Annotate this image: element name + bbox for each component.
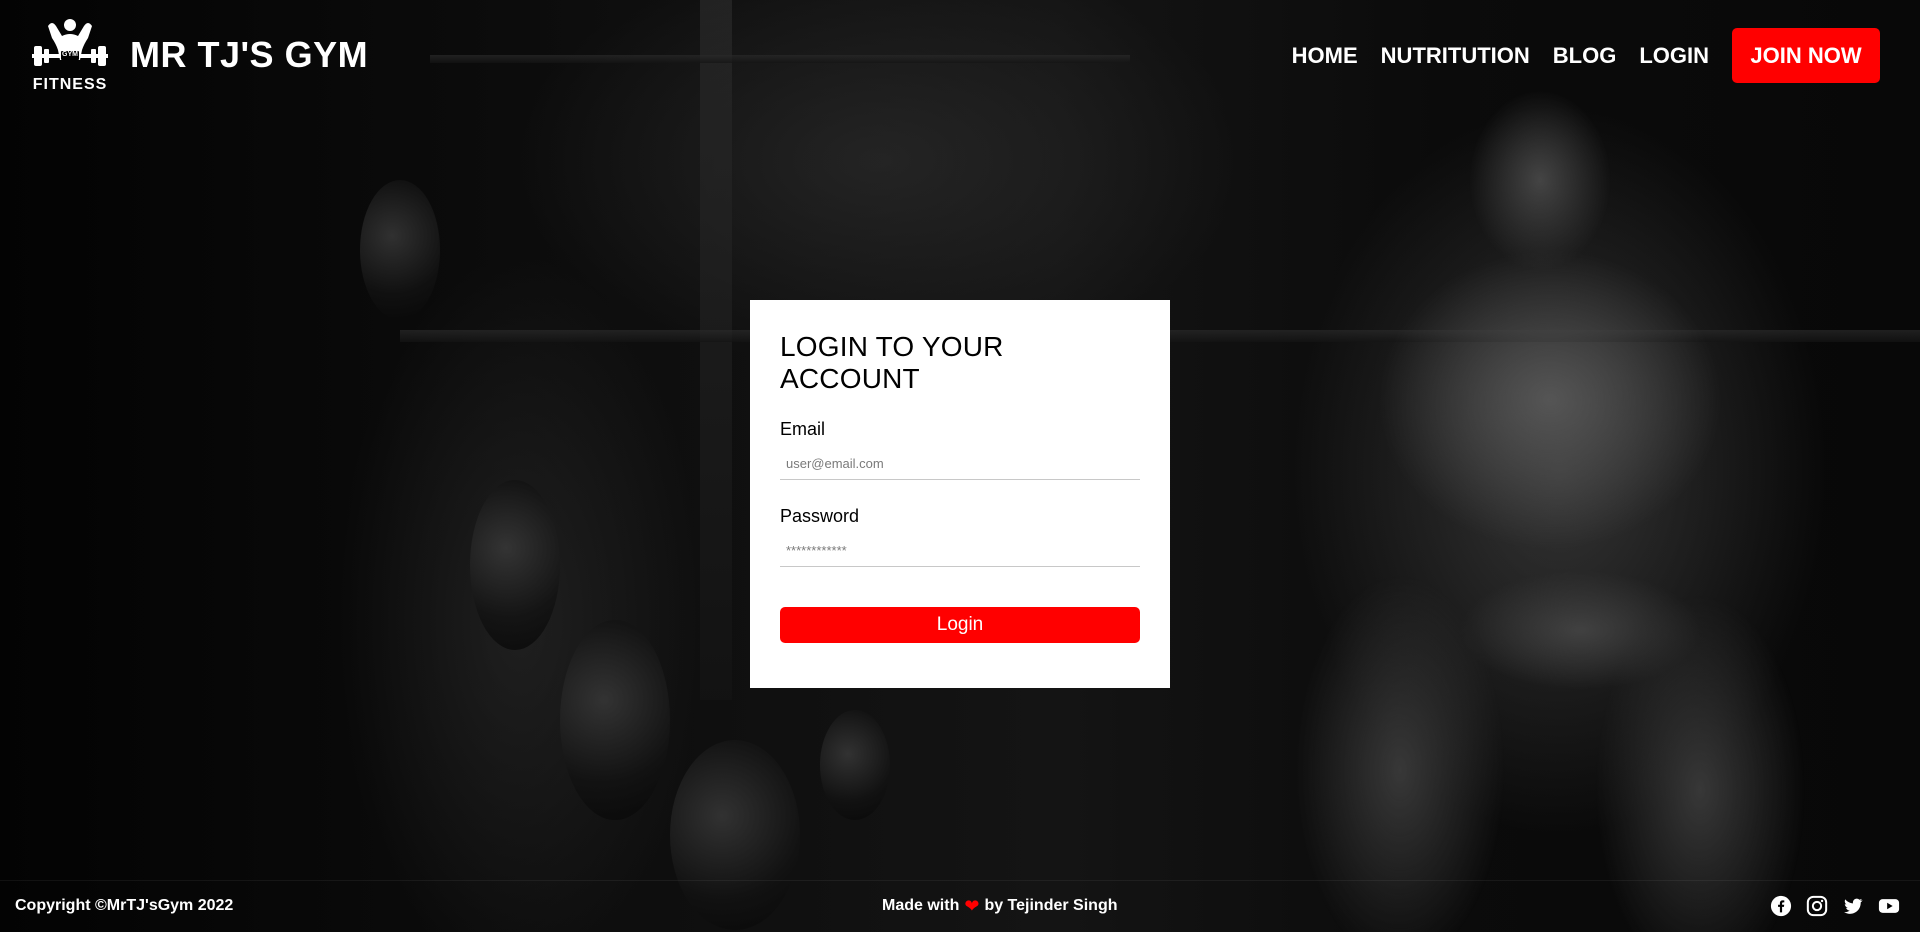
login-submit-button[interactable]: Login [780, 607, 1140, 643]
email-label: Email [780, 419, 826, 439]
youtube-icon[interactable] [1878, 895, 1900, 917]
social-links [1770, 895, 1900, 917]
background-weight-plate [360, 180, 440, 320]
nav-nutrition-link[interactable]: NUTRITUTION [1381, 43, 1530, 69]
site-header: GYM FITNESS MR TJ'S GYM HOME NUTRITUTION… [0, 0, 1920, 112]
heart-icon: ❤ [964, 896, 980, 916]
page-background: GYM FITNESS MR TJ'S GYM HOME NUTRITUTION… [0, 0, 1920, 932]
made-with-credit: Made with ❤ by Tejinder Singh [882, 897, 1117, 915]
logo-text: FITNESS [32, 76, 108, 93]
copyright-text: Copyright ©MrTJ'sGym 2022 [15, 897, 234, 914]
nav-home-link[interactable]: HOME [1292, 43, 1358, 69]
made-with-suffix: by Tejinder Singh [984, 897, 1118, 914]
password-label: Password [780, 506, 860, 526]
logo-badge-text: GYM [62, 51, 78, 58]
nav-blog-link[interactable]: BLOG [1553, 43, 1617, 69]
background-weight-plate [560, 620, 670, 820]
site-footer: Copyright ©MrTJ'sGym 2022 Made with ❤ by… [0, 880, 1920, 932]
facebook-icon[interactable] [1770, 895, 1792, 917]
bodybuilder-logo-icon [32, 19, 108, 66]
instagram-icon[interactable] [1806, 895, 1828, 917]
login-title: LOGIN TO YOUR ACCOUNT [780, 331, 1004, 394]
background-athlete-photo [1280, 70, 1840, 932]
background-weight-plate [470, 480, 560, 650]
password-field[interactable] [780, 535, 1140, 567]
nav-login-link[interactable]: LOGIN [1639, 43, 1709, 69]
join-now-button[interactable]: JOIN NOW [1732, 28, 1880, 83]
background-weight-plate [820, 710, 890, 820]
made-with-prefix: Made with [882, 897, 960, 914]
brand-name[interactable]: MR TJ'S GYM [130, 34, 368, 76]
gym-logo[interactable]: GYM FITNESS [28, 16, 112, 96]
twitter-icon[interactable] [1842, 895, 1864, 917]
email-field[interactable] [780, 448, 1140, 480]
main-nav: HOME NUTRITUTION BLOG LOGIN JOIN NOW [1292, 28, 1880, 83]
login-card: LOGIN TO YOUR ACCOUNT Email Password Log… [750, 300, 1170, 688]
